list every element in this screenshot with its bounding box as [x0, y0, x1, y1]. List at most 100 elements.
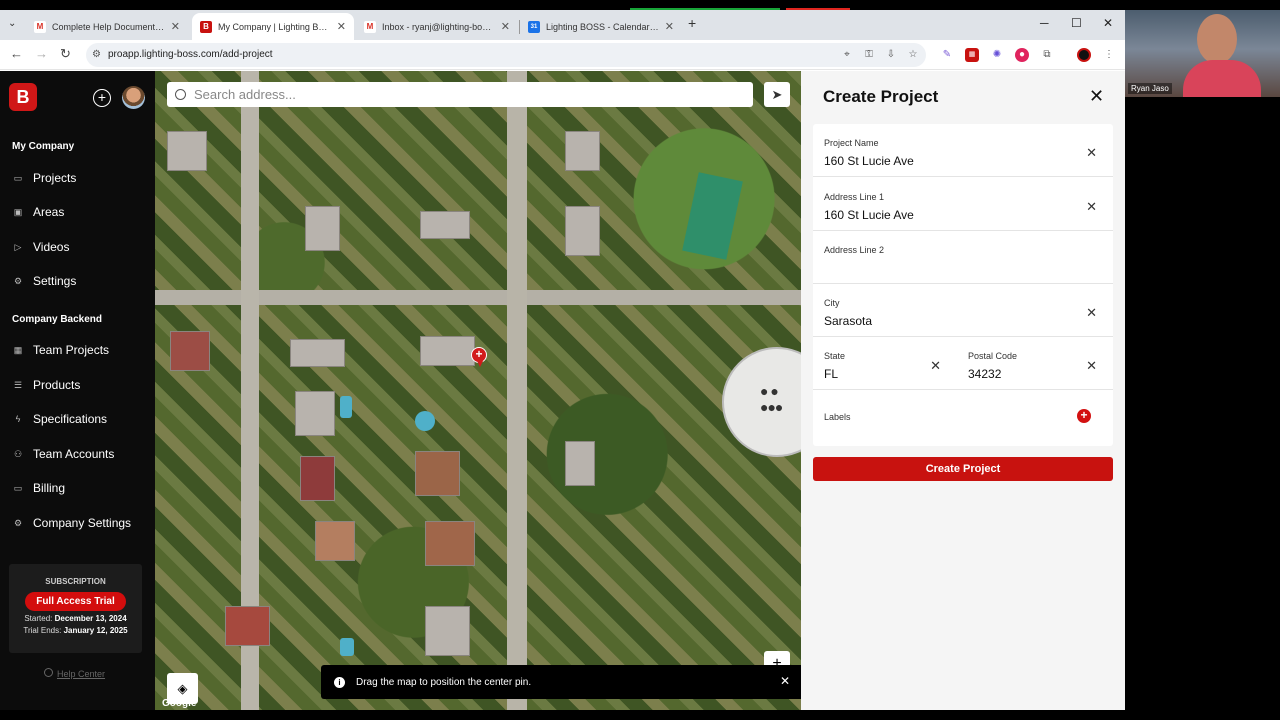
- extension-icon[interactable]: ▦: [965, 48, 979, 62]
- url-field[interactable]: ⚙ proapp.lighting-boss.com/add-project: [86, 43, 926, 67]
- minimize-icon[interactable]: ─: [1040, 16, 1049, 30]
- bookmark-star-icon[interactable]: ☆: [906, 48, 920, 62]
- extension-icon[interactable]: ✺: [990, 48, 1004, 62]
- close-tab-icon[interactable]: ✕: [337, 20, 346, 33]
- create-project-button[interactable]: Create Project: [813, 457, 1113, 481]
- field-value[interactable]: 160 St Lucie Ave: [824, 154, 1102, 168]
- sidebar-item-team-projects[interactable]: ▦ Team Projects: [0, 338, 155, 362]
- my-location-button[interactable]: ➤: [764, 82, 790, 107]
- section-heading: Company Backend: [12, 314, 103, 325]
- postal-code-field[interactable]: Postal Code 34232 ✕: [957, 337, 1113, 390]
- address-search-input[interactable]: Search address...: [167, 82, 753, 107]
- install-icon[interactable]: ⇩: [884, 48, 898, 62]
- app: B + My Company ▭ Projects ▣ Areas ▷ Videos …: [0, 71, 1125, 710]
- map-house: [225, 606, 270, 646]
- city-field[interactable]: City Sarasota ✕: [813, 284, 1113, 337]
- sidebar-item-team-accounts[interactable]: ⚇ Team Accounts: [0, 442, 155, 466]
- help-center-link[interactable]: Help Center: [44, 668, 105, 679]
- plan-badge[interactable]: Full Access Trial: [25, 592, 126, 611]
- clear-icon[interactable]: ✕: [1086, 358, 1097, 374]
- google-attribution: Google: [162, 698, 197, 709]
- sidebar-item-label: Areas: [33, 205, 65, 219]
- avatar[interactable]: [122, 86, 145, 109]
- tab-bar: ⌄ M Complete Help Documentation ✕ B My C…: [0, 10, 1125, 40]
- field-value[interactable]: FL: [824, 367, 946, 381]
- browser-tab-active[interactable]: B My Company | Lighting BOSS P ✕: [192, 13, 354, 40]
- map-house: [425, 521, 475, 566]
- puzzle-icon[interactable]: ⧉: [1040, 48, 1054, 62]
- lighting-boss-icon: B: [200, 20, 212, 33]
- address-line1-field[interactable]: Address Line 1 160 St Lucie Ave ✕: [813, 178, 1113, 231]
- site-info-icon[interactable]: ⚙: [92, 43, 101, 67]
- tab-title: Complete Help Documentation: [52, 21, 165, 32]
- sidebar-item-specifications[interactable]: ϟ Specifications: [0, 407, 155, 431]
- satellite-map[interactable]: ● ● ●●● Search address... ➤ + ◈ + Google: [155, 71, 801, 710]
- sidebar-item-label: Videos: [33, 240, 70, 254]
- field-value[interactable]: 160 St Lucie Ave: [824, 208, 1102, 222]
- field-label: Address Line 1: [824, 192, 885, 202]
- pen-extension-icon[interactable]: ✎: [940, 48, 954, 62]
- new-tab-icon[interactable]: +: [688, 15, 696, 31]
- maximize-icon[interactable]: ☐: [1071, 16, 1082, 30]
- tab-search-icon[interactable]: ⌄: [8, 18, 16, 29]
- browser-window: ⌄ M Complete Help Documentation ✕ B My C…: [0, 0, 1125, 710]
- sidebar-item-label: Billing: [33, 481, 66, 495]
- profile-icon[interactable]: [1077, 48, 1091, 62]
- location-icon[interactable]: ⌖: [840, 48, 854, 62]
- map-house: [565, 131, 600, 171]
- map-tennis-court: [682, 172, 743, 260]
- clear-icon[interactable]: ✕: [930, 358, 941, 374]
- sidebar-item-label: Specifications: [33, 412, 108, 426]
- sidebar-item-label: Projects: [33, 171, 77, 185]
- extension-icon[interactable]: ●: [1015, 48, 1029, 62]
- map-house: [565, 206, 600, 256]
- browser-tab[interactable]: M Complete Help Documentation ✕: [26, 13, 188, 40]
- section-heading: My Company: [12, 141, 75, 152]
- field-value[interactable]: 34232: [968, 367, 1102, 381]
- map-hint-toast: i Drag the map to position the center pi…: [321, 665, 804, 699]
- toast-close-icon[interactable]: ✕: [780, 674, 790, 688]
- map-pool: [340, 638, 354, 656]
- sidebar-item-label: Team Accounts: [33, 447, 115, 461]
- calendar-icon: 31: [528, 20, 540, 33]
- sidebar-item-billing[interactable]: ▭ Billing: [0, 476, 155, 500]
- map-house: [170, 331, 210, 371]
- sidebar-item-products[interactable]: ☰ Products: [0, 373, 155, 397]
- close-tab-icon[interactable]: ✕: [501, 20, 510, 33]
- presenter-shirt: [1183, 60, 1261, 97]
- back-icon[interactable]: ←: [10, 46, 23, 61]
- add-icon[interactable]: +: [93, 89, 111, 107]
- field-value[interactable]: Sarasota: [824, 314, 1102, 328]
- sidebar-item-projects[interactable]: ▭ Projects: [0, 166, 155, 190]
- project-form: Project Name 160 St Lucie Ave ✕ Address …: [813, 124, 1113, 446]
- sidebar-item-settings[interactable]: ⚙ Settings: [0, 269, 155, 293]
- trial-ends: Trial Ends: January 12, 2025: [23, 626, 128, 635]
- close-tab-icon[interactable]: ✕: [665, 20, 674, 33]
- clear-icon[interactable]: ✕: [1086, 199, 1097, 215]
- lighting-boss-logo[interactable]: B: [9, 83, 37, 111]
- forward-icon[interactable]: →: [35, 46, 48, 61]
- map-house: [295, 391, 335, 436]
- clear-icon[interactable]: ✕: [1086, 145, 1097, 161]
- browser-tab[interactable]: M Inbox - ryanj@lighting-boss.co ✕: [356, 13, 518, 40]
- field-label: Labels: [824, 412, 851, 422]
- sidebar-item-company-settings[interactable]: ⚙ Company Settings: [0, 511, 155, 535]
- menu-kebab-icon[interactable]: ⋮: [1102, 48, 1116, 62]
- reload-icon[interactable]: ↻: [60, 46, 71, 62]
- close-tab-icon[interactable]: ✕: [171, 20, 180, 33]
- browser-tab[interactable]: 31 Lighting BOSS - Calendar - We ✕: [520, 13, 682, 40]
- add-label-icon[interactable]: +: [1077, 409, 1091, 423]
- info-icon: i: [334, 676, 345, 688]
- trial-started: Started: December 13, 2024: [24, 614, 127, 623]
- window-close-icon[interactable]: ✕: [1103, 16, 1113, 30]
- state-field[interactable]: State FL ✕: [813, 337, 957, 390]
- sidebar-item-areas[interactable]: ▣ Areas: [0, 200, 155, 224]
- sidebar-item-videos[interactable]: ▷ Videos: [0, 235, 155, 259]
- clear-icon[interactable]: ✕: [1086, 305, 1097, 321]
- map-pool: [415, 411, 435, 431]
- key-icon[interactable]: ⚿: [862, 48, 876, 62]
- address-line2-field[interactable]: Address Line 2: [813, 231, 1113, 284]
- close-panel-icon[interactable]: ✕: [1089, 86, 1104, 107]
- project-name-field[interactable]: Project Name 160 St Lucie Ave ✕: [813, 124, 1113, 177]
- field-label: City: [824, 298, 840, 308]
